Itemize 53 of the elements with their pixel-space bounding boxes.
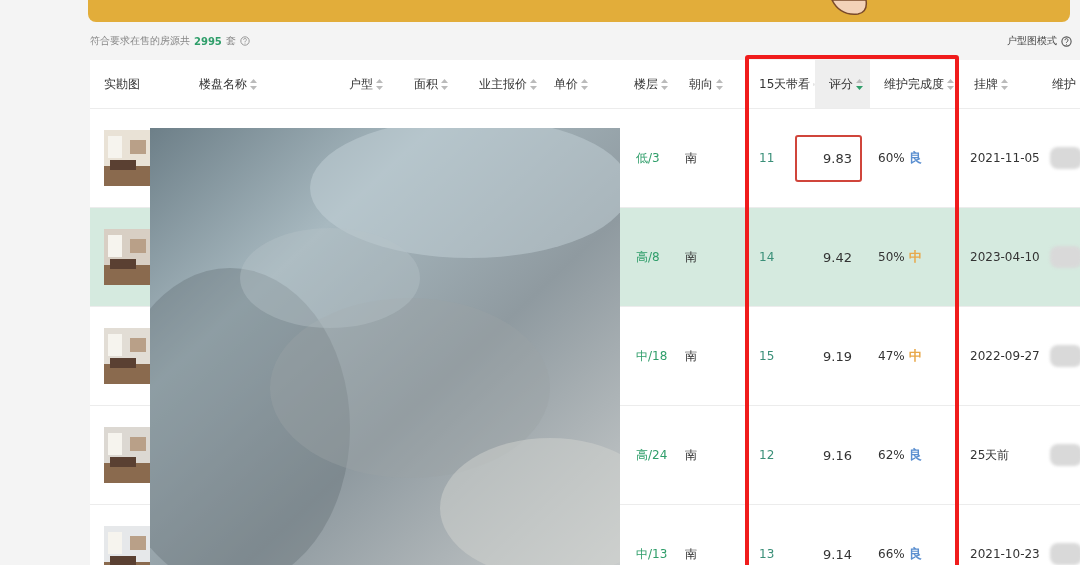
views-cell-text: 15 bbox=[758, 349, 776, 363]
views-cell-text: 14 bbox=[758, 250, 776, 264]
column-header[interactable]: 面积 bbox=[400, 60, 465, 108]
views-cell-text: 12 bbox=[758, 448, 776, 462]
avatar bbox=[1050, 444, 1080, 466]
listed-date-cell-text: 2022-09-27 bbox=[969, 349, 1038, 363]
column-header[interactable]: 户型 bbox=[335, 60, 400, 108]
column-header[interactable]: 朝向 bbox=[675, 60, 745, 108]
column-header[interactable]: 业主报价 bbox=[465, 60, 540, 108]
avatar bbox=[1050, 543, 1080, 565]
orientation-cell-text: 南 bbox=[684, 545, 698, 563]
floor-cell-text: 中/13 bbox=[635, 545, 669, 563]
listing-count-text: 符合要求在售的房源共 2995 套 bbox=[90, 34, 236, 48]
score-cell: 9.83 bbox=[795, 134, 862, 182]
help-icon[interactable] bbox=[239, 36, 250, 46]
orientation-cell-text: 南 bbox=[684, 347, 698, 365]
column-header[interactable]: 单价 bbox=[540, 60, 620, 108]
completion-cell-text: 50% 中 bbox=[877, 248, 923, 266]
column-header[interactable]: 楼层 bbox=[620, 60, 675, 108]
column-header[interactable]: 维护完成度 bbox=[870, 60, 960, 108]
hand-icon bbox=[830, 0, 870, 18]
column-header[interactable]: 15天带看 bbox=[745, 60, 815, 108]
orientation-cell-text: 南 bbox=[684, 446, 698, 464]
completion-cell-text: 47% 中 bbox=[877, 347, 923, 365]
floor-cell-text: 中/18 bbox=[635, 347, 669, 365]
listed-date-cell-text: 2021-10-23 bbox=[969, 547, 1038, 561]
score-cell-text: 9.14 bbox=[822, 545, 853, 564]
avatar bbox=[1050, 345, 1080, 367]
promo-banner[interactable] bbox=[88, 0, 1070, 22]
column-header[interactable]: 楼盘名称 bbox=[185, 60, 335, 108]
listed-date-cell-text: 2023-04-10 bbox=[969, 250, 1038, 264]
completion-cell-text: 60% 良 bbox=[877, 149, 923, 167]
column-header: 实勘图 bbox=[103, 75, 141, 93]
help-icon[interactable] bbox=[1061, 35, 1072, 47]
score-cell-text: 9.42 bbox=[822, 248, 853, 267]
orientation-cell-text: 南 bbox=[684, 248, 698, 266]
completion-cell-text: 66% 良 bbox=[877, 545, 923, 563]
column-header[interactable]: 评分 bbox=[815, 60, 870, 108]
floor-cell-text: 高/8 bbox=[635, 248, 661, 266]
score-cell-text: 9.16 bbox=[822, 446, 853, 465]
listed-date-cell-text: 2021-11-05 bbox=[969, 151, 1038, 165]
views-cell-text: 11 bbox=[758, 151, 776, 165]
avatar bbox=[1050, 147, 1080, 169]
listed-date-cell-text: 25天前 bbox=[969, 446, 1011, 464]
views-cell-text: 13 bbox=[758, 547, 776, 561]
column-header: 维护 bbox=[1051, 75, 1077, 93]
score-cell-text: 9.19 bbox=[822, 347, 853, 366]
floor-cell-text: 低/3 bbox=[635, 149, 661, 167]
completion-cell-text: 62% 良 bbox=[877, 446, 923, 464]
floor-cell-text: 高/24 bbox=[635, 446, 669, 464]
column-header[interactable]: 挂牌 bbox=[960, 60, 1038, 108]
view-mode-link[interactable]: 户型图模式 bbox=[1007, 34, 1057, 48]
orientation-cell-text: 南 bbox=[684, 149, 698, 167]
